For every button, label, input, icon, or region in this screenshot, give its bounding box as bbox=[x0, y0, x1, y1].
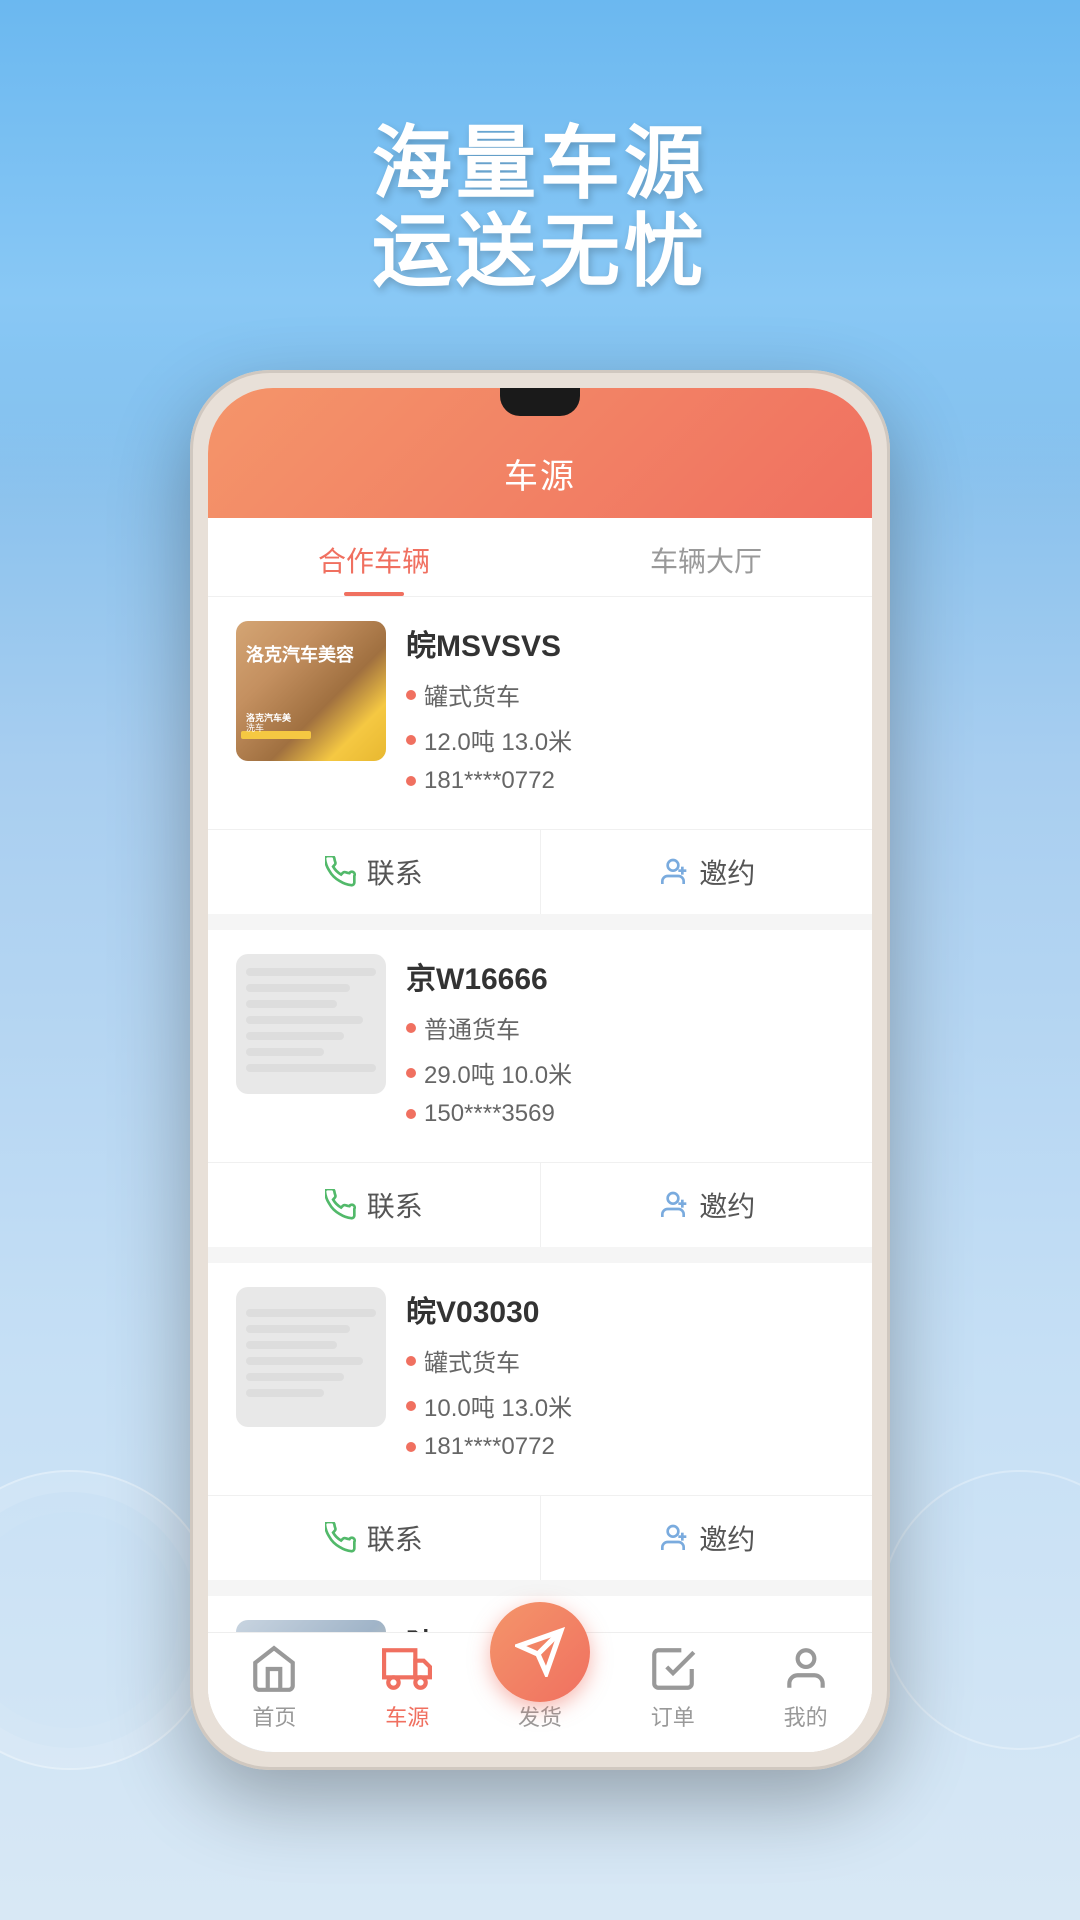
action-row: 联系 邀约 bbox=[208, 829, 872, 914]
deco-circle-right bbox=[880, 1470, 1080, 1750]
phone-icon bbox=[325, 856, 357, 888]
vehicle-card: 京W16666 普通货车 29.0吨 10.0米 bbox=[208, 930, 872, 1247]
vehicle-type: 普通货车 bbox=[406, 1010, 844, 1045]
doc-line bbox=[246, 1000, 337, 1008]
vehicle-details: 京W16666 普通货车 29.0吨 10.0米 bbox=[406, 954, 844, 1138]
doc-line bbox=[246, 1309, 376, 1317]
nav-vehicles[interactable]: 车源 bbox=[341, 1633, 474, 1742]
doc-line bbox=[246, 968, 376, 976]
vehicle-type: 罐式货车 bbox=[406, 677, 844, 712]
vehicle-size: 29.0吨 10.0米 bbox=[406, 1055, 844, 1090]
doc-line bbox=[246, 1325, 350, 1333]
nav-orders[interactable]: 订单 bbox=[606, 1633, 739, 1742]
home-icon bbox=[249, 1644, 299, 1694]
vehicle-plate: 京W16666 bbox=[406, 954, 844, 998]
contact-button[interactable]: 联系 bbox=[208, 1163, 541, 1247]
tab-vehicle-hall[interactable]: 车辆大厅 bbox=[540, 518, 872, 596]
hero-section: 海量车源 运送无忧 bbox=[0, 120, 1080, 296]
vehicle-size: 10.0吨 13.0米 bbox=[406, 1388, 844, 1423]
invite-icon bbox=[657, 1522, 689, 1554]
vehicle-thumbnail: 洛克汽车美 洗车 bbox=[236, 621, 386, 761]
dot-icon bbox=[406, 776, 416, 786]
dot-icon bbox=[406, 1068, 416, 1078]
vehicle-phone: 181****0772 bbox=[406, 767, 844, 795]
screen-content: 车源 合作车辆 车辆大厅 bbox=[208, 388, 872, 1752]
vehicle-list: 洛克汽车美 洗车 皖MSVSVS 罐式货车 bbox=[208, 597, 872, 1752]
document-lines bbox=[236, 958, 386, 1090]
vehicle-thumbnail bbox=[236, 1287, 386, 1427]
dot-icon bbox=[406, 735, 416, 745]
list-icon bbox=[648, 1644, 698, 1694]
contact-button[interactable]: 联系 bbox=[208, 1496, 541, 1580]
dot-icon bbox=[406, 1109, 416, 1119]
vehicle-image bbox=[236, 954, 386, 1094]
vehicle-cards-container: 洛克汽车美 洗车 皖MSVSVS 罐式货车 bbox=[208, 597, 872, 1752]
vehicle-details: 皖V03030 罐式货车 10.0吨 13.0米 bbox=[406, 1287, 844, 1471]
camera-notch bbox=[500, 388, 580, 416]
vehicle-phone: 181****0772 bbox=[406, 1433, 844, 1461]
doc-line bbox=[246, 1064, 376, 1072]
dot-icon bbox=[406, 1401, 416, 1411]
vehicle-card: 皖V03030 罐式货车 10.0吨 13.0米 bbox=[208, 1263, 872, 1580]
hero-title: 海量车源 运送无忧 bbox=[0, 120, 1080, 296]
phone-frame: 车源 合作车辆 车辆大厅 bbox=[190, 370, 890, 1770]
action-row: 联系 邀约 bbox=[208, 1495, 872, 1580]
dot-icon bbox=[406, 1356, 416, 1366]
doc-line bbox=[246, 1389, 324, 1397]
nav-home[interactable]: 首页 bbox=[208, 1633, 341, 1742]
doc-line bbox=[246, 1016, 363, 1024]
dot-icon bbox=[406, 1023, 416, 1033]
doc-line bbox=[246, 1048, 324, 1056]
vehicle-info-row: 洛克汽车美 洗车 皖MSVSVS 罐式货车 bbox=[208, 597, 872, 829]
tab-bar: 合作车辆 车辆大厅 bbox=[208, 518, 872, 597]
vehicle-plate: 皖V03030 bbox=[406, 1287, 844, 1331]
page-title: 车源 bbox=[504, 449, 576, 498]
vehicle-size: 12.0吨 13.0米 bbox=[406, 722, 844, 757]
contact-button[interactable]: 联系 bbox=[208, 830, 541, 914]
nav-profile[interactable]: 我的 bbox=[739, 1633, 872, 1742]
doc-line bbox=[246, 1341, 337, 1349]
vehicle-type: 罐式货车 bbox=[406, 1343, 844, 1378]
invite-button[interactable]: 邀约 bbox=[541, 1163, 873, 1247]
document-lines bbox=[236, 1299, 386, 1415]
bottom-navigation: 首页 车源 发货 bbox=[208, 1632, 872, 1752]
doc-line bbox=[246, 1032, 344, 1040]
vehicle-plate: 皖MSVSVS bbox=[406, 621, 844, 665]
user-icon bbox=[781, 1644, 831, 1694]
truck-icon bbox=[382, 1644, 432, 1694]
phone-icon bbox=[325, 1189, 357, 1221]
vehicle-image: 洛克汽车美 洗车 bbox=[236, 621, 386, 761]
doc-line bbox=[246, 1357, 363, 1365]
svg-text:洗车: 洗车 bbox=[246, 722, 264, 733]
send-fab-button[interactable] bbox=[490, 1602, 590, 1702]
invite-icon bbox=[657, 856, 689, 888]
vehicle-image bbox=[236, 1287, 386, 1427]
vehicle-phone: 150****3569 bbox=[406, 1100, 844, 1128]
doc-line bbox=[246, 1373, 344, 1381]
vehicle-thumbnail bbox=[236, 954, 386, 1094]
send-icon bbox=[515, 1627, 565, 1677]
action-row: 联系 邀约 bbox=[208, 1162, 872, 1247]
dot-icon bbox=[406, 690, 416, 700]
nav-send[interactable]: 发货 bbox=[474, 1633, 607, 1742]
vehicle-details: 皖MSVSVS 罐式货车 12.0吨 13.0米 bbox=[406, 621, 844, 805]
phone-screen: 车源 合作车辆 车辆大厅 bbox=[208, 388, 872, 1752]
invite-icon bbox=[657, 1189, 689, 1221]
vehicle-info-row: 京W16666 普通货车 29.0吨 10.0米 bbox=[208, 930, 872, 1162]
tab-cooperative-vehicles[interactable]: 合作车辆 bbox=[208, 518, 540, 596]
doc-line bbox=[246, 984, 350, 992]
invite-button[interactable]: 邀约 bbox=[541, 830, 873, 914]
vehicle-card: 洛克汽车美 洗车 皖MSVSVS 罐式货车 bbox=[208, 597, 872, 914]
svg-text:洛克汽车美: 洛克汽车美 bbox=[246, 712, 292, 723]
dot-icon bbox=[406, 1442, 416, 1452]
deco-circle-left bbox=[0, 1470, 220, 1770]
phone-icon bbox=[325, 1522, 357, 1554]
invite-button[interactable]: 邀约 bbox=[541, 1496, 873, 1580]
vehicle-info-row: 皖V03030 罐式货车 10.0吨 13.0米 bbox=[208, 1263, 872, 1495]
